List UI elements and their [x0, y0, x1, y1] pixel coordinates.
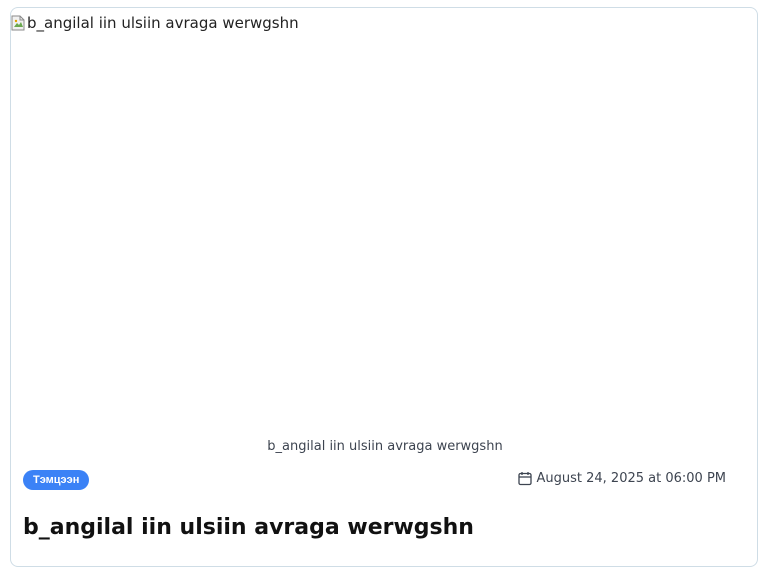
post-title[interactable]: b_angilal iin ulsiin avraga werwgshn	[23, 515, 474, 540]
date-text: August 24, 2025 at 06:00 PM	[536, 471, 727, 486]
image-caption: b_angilal iin ulsiin avraga werwgshn	[267, 439, 503, 454]
calendar-icon	[517, 471, 532, 486]
post-date: August 24, 2025 at 06:00 PM	[517, 471, 727, 486]
post-image[interactable]: b_angilal iin ulsiin avraga werwgshn	[11, 8, 757, 428]
broken-image-placeholder: b_angilal iin ulsiin avraga werwgshn	[11, 14, 299, 32]
image-alt-text: b_angilal iin ulsiin avraga werwgshn	[27, 14, 299, 32]
broken-image-icon	[11, 15, 25, 31]
category-badge[interactable]: Тэмцээн	[23, 470, 90, 490]
post-meta: Тэмцээн August 24, 2025 at 06:00 PM	[23, 470, 726, 492]
